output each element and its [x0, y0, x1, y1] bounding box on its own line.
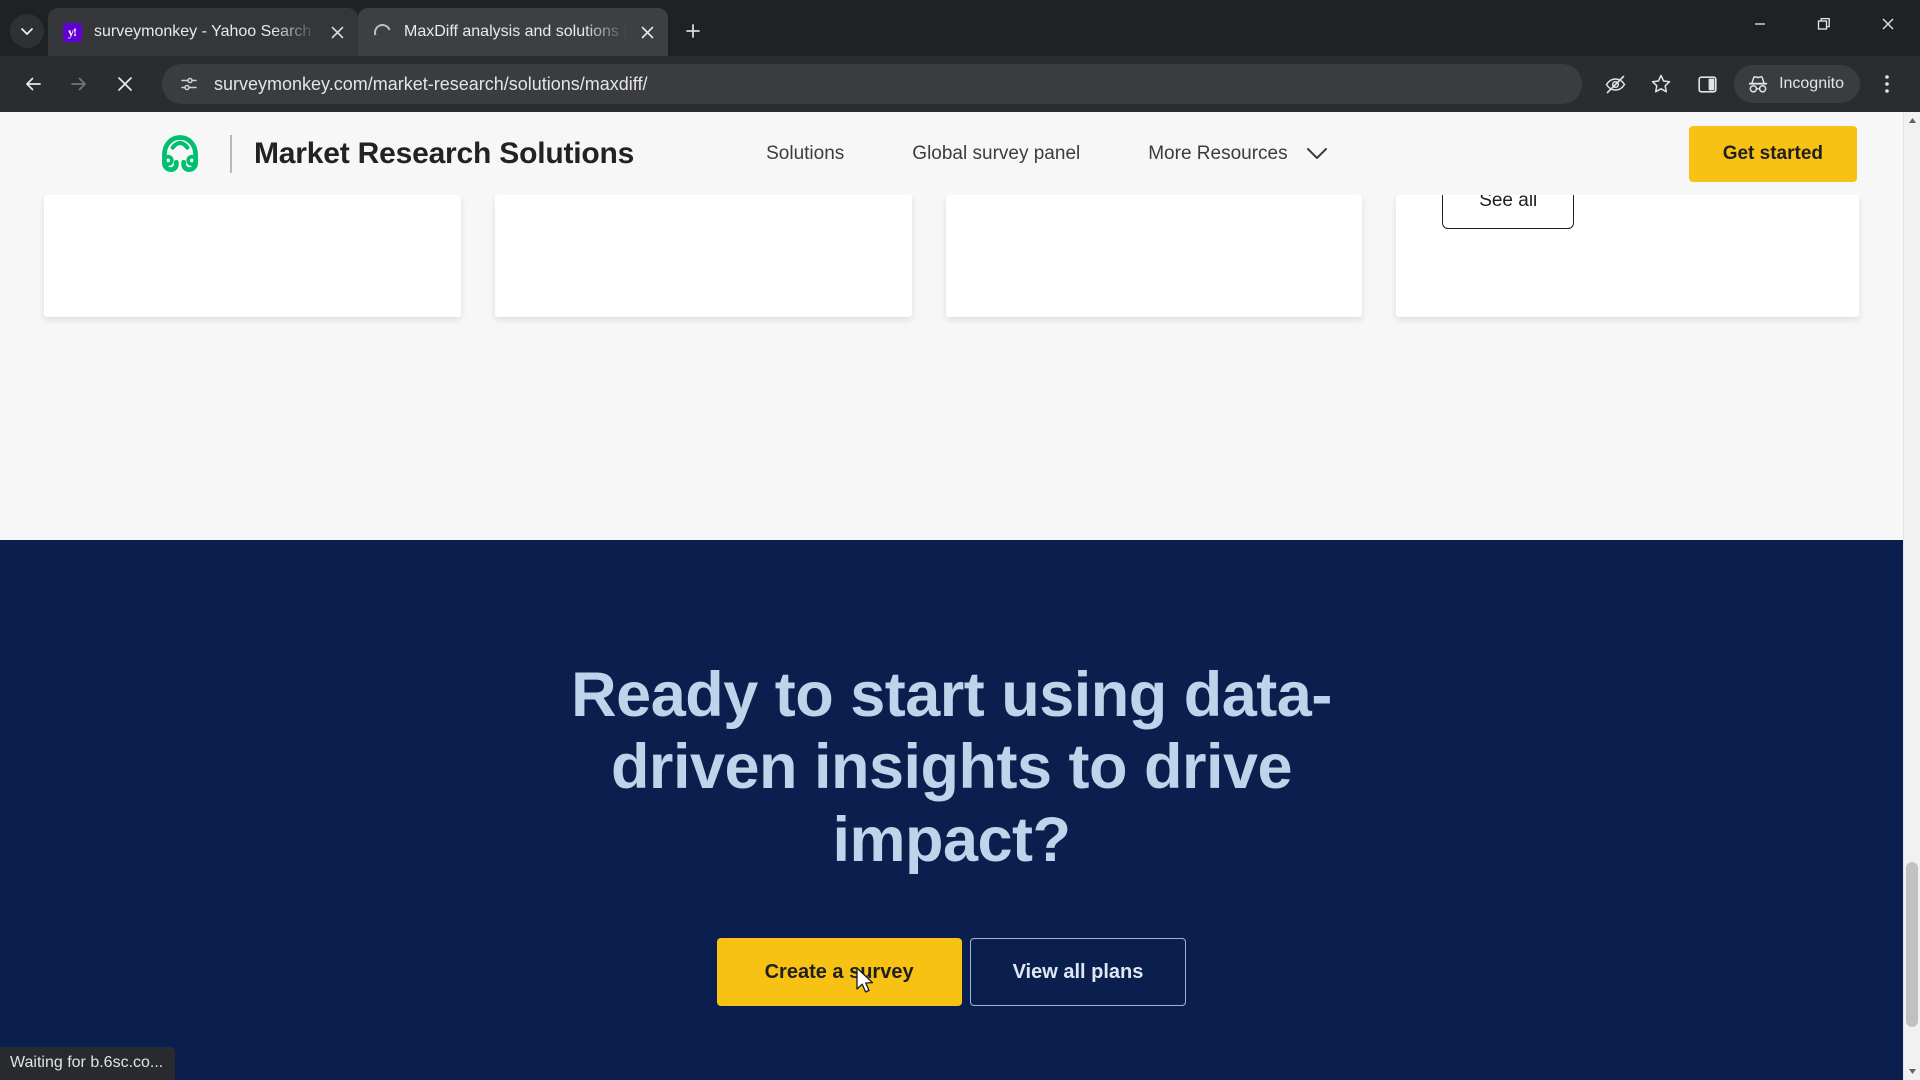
restore-icon — [1817, 17, 1830, 30]
incognito-hat-icon — [1748, 76, 1768, 93]
browser-window: y! surveymonkey - Yahoo Search Results M… — [0, 0, 1920, 1080]
url-text[interactable]: surveymonkey.com/market-research/solutio… — [214, 74, 1568, 95]
incognito-label: Incognito — [1779, 75, 1844, 92]
yahoo-icon: y! — [62, 22, 82, 42]
card-item[interactable] — [945, 195, 1363, 317]
three-dot-menu-icon — [1885, 75, 1889, 93]
chrome-menu-button[interactable] — [1868, 65, 1906, 103]
loading-spinner-icon — [370, 20, 394, 44]
window-minimize-button[interactable] — [1728, 0, 1792, 48]
card-item[interactable] — [44, 195, 461, 317]
brand-name: Market Research Solutions — [254, 136, 635, 170]
cta-section: Ready to start using data-driven insight… — [0, 540, 1903, 1080]
back-button[interactable] — [14, 65, 52, 103]
caret-down-icon — [1908, 1069, 1916, 1074]
tab-title: MaxDiff analysis and solutions | SurveyM… — [404, 23, 628, 40]
nav-item-global-survey-panel[interactable]: Global survey panel — [878, 133, 1114, 175]
tab-search-button[interactable] — [10, 14, 44, 48]
back-arrow-icon — [26, 77, 41, 91]
tab-close-button[interactable] — [634, 19, 660, 45]
star-icon — [1651, 74, 1671, 93]
new-tab-button[interactable] — [676, 14, 710, 48]
card-item[interactable] — [494, 195, 912, 317]
address-bar[interactable]: surveymonkey.com/market-research/solutio… — [162, 64, 1583, 104]
window-controls — [1728, 0, 1920, 48]
forward-arrow-icon — [71, 77, 86, 91]
nav-item-solutions[interactable]: Solutions — [732, 133, 878, 175]
nav-label: More Resources — [1148, 142, 1288, 164]
minimize-icon — [1755, 23, 1765, 25]
plus-icon — [686, 24, 700, 38]
cta-buttons: Create a survey View all plans — [716, 938, 1187, 1007]
incognito-indicator[interactable]: Incognito — [1734, 65, 1860, 103]
scroll-down-button[interactable] — [1904, 1063, 1920, 1080]
tab-strip: y! surveymonkey - Yahoo Search Results M… — [0, 0, 1920, 56]
stop-loading-button[interactable] — [106, 65, 144, 103]
nav-label: Solutions — [766, 142, 845, 164]
close-icon — [331, 26, 343, 38]
close-icon — [641, 26, 653, 38]
cta-heading: Ready to start using data-driven insight… — [571, 659, 1332, 875]
tab-title: surveymonkey - Yahoo Search Results — [94, 23, 318, 40]
site-settings-icon[interactable] — [176, 71, 202, 97]
web-page: Market Research Solutions Solutions Glob… — [0, 112, 1903, 1080]
create-a-survey-button[interactable]: Create a survey — [716, 938, 962, 1007]
toolbar-actions: Incognito — [1592, 65, 1910, 103]
browser-toolbar: surveymonkey.com/market-research/solutio… — [0, 56, 1920, 112]
tab-1[interactable]: MaxDiff analysis and solutions | SurveyM… — [358, 8, 668, 56]
surveymonkey-logo-icon — [162, 134, 198, 172]
cards-strip: See all — [0, 173, 1903, 540]
tracking-protection-button[interactable] — [1596, 65, 1634, 103]
close-icon — [1882, 18, 1894, 30]
stop-loading-icon — [118, 77, 132, 91]
eye-slash-icon — [1605, 75, 1625, 93]
scroll-up-button[interactable] — [1904, 112, 1920, 129]
nav-item-more-resources[interactable]: More Resources — [1114, 133, 1361, 175]
chevron-down-icon — [1306, 148, 1327, 159]
card-item[interactable]: See all — [1396, 173, 1859, 317]
page-scrollbar[interactable] — [1903, 112, 1920, 1080]
chevron-down-icon — [21, 28, 33, 35]
caret-up-icon — [1908, 118, 1916, 123]
forward-button[interactable] — [60, 65, 98, 103]
scrollbar-thumb[interactable] — [1906, 862, 1918, 1027]
bookmark-button[interactable] — [1642, 65, 1680, 103]
status-bubble: Waiting for b.6sc.co... — [0, 1047, 176, 1080]
page-viewport: Market Research Solutions Solutions Glob… — [0, 112, 1920, 1080]
side-panel-button[interactable] — [1688, 65, 1726, 103]
brand-divider — [230, 134, 232, 173]
get-started-button[interactable]: Get started — [1688, 125, 1857, 182]
site-header: Market Research Solutions Solutions Glob… — [0, 112, 1903, 195]
tab-0[interactable]: y! surveymonkey - Yahoo Search Results — [48, 8, 358, 56]
side-panel-icon — [1697, 75, 1717, 93]
window-close-button[interactable] — [1856, 0, 1920, 48]
main-nav: Solutions Global survey panel More Resou… — [732, 133, 1362, 175]
window-maximize-button[interactable] — [1792, 0, 1856, 48]
view-all-plans-button[interactable]: View all plans — [969, 938, 1187, 1007]
brand[interactable]: Market Research Solutions — [152, 132, 634, 176]
tab-close-button[interactable] — [324, 19, 350, 45]
nav-label: Global survey panel — [912, 142, 1081, 164]
